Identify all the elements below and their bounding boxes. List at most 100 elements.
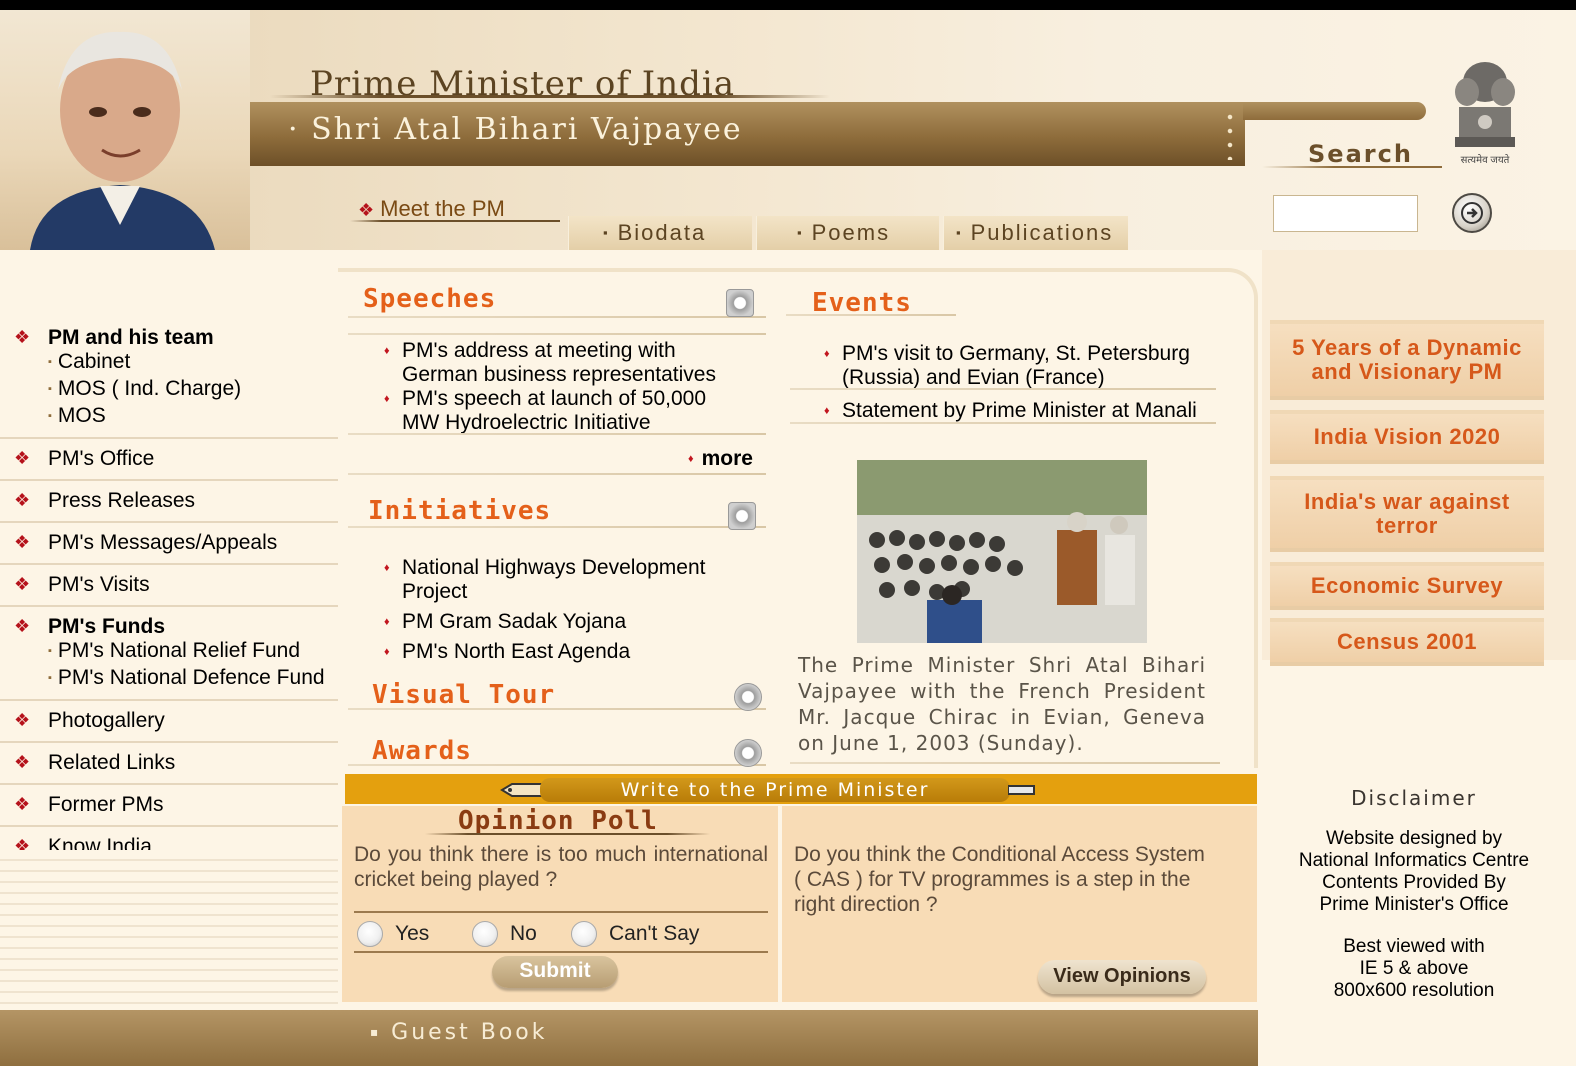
nav-item-funds[interactable]: ❖ PM's Funds [14,615,338,639]
subnav-poems[interactable]: ▪ Poems [756,216,939,250]
subnav-poems-label: Poems [811,220,891,245]
initiative-item-1[interactable]: ♦ National Highways Development [384,556,706,580]
write-to-pm-button[interactable]: Write to the Prime Minister [540,778,1010,802]
nav-group-office: ❖ PM's Office [0,439,338,481]
diamond-bullet-icon: ❖ [14,327,31,347]
nav-item-label: PM's Visits [48,573,150,596]
link-five-years-label: 5 Years of a Dynamic and Visionary PM [1292,335,1522,384]
initiative-item-2[interactable]: ♦ PM Gram Sadak Yojana [384,610,626,634]
subnav-biodata[interactable]: ▪ Biodata [568,216,752,250]
external-link-icon[interactable] [728,502,756,530]
meet-pm-link[interactable]: ❖ Meet the PM [358,196,505,222]
band-dots [1227,110,1233,160]
nav-sub-mos[interactable]: ▪ MOS [14,404,338,435]
poll-option-no[interactable]: No [472,921,537,947]
nav-item-label: Press Releases [48,489,196,512]
red-bullet-icon: ♦ [384,562,390,574]
link-war-terror[interactable]: India's war against terror [1270,476,1544,552]
national-emblem-icon: सत्यमेव जयते [1445,52,1525,170]
nav-item-pm-team[interactable]: ❖ PM and his team [14,326,338,350]
event-item-text: PM's visit to Germany, St. Petersburg [842,342,1190,365]
link-five-years[interactable]: 5 Years of a Dynamic and Visionary PM [1270,320,1544,400]
opinion-poll-title: Opinion Poll [458,806,658,836]
view-opinions-button[interactable]: View Opinions [1038,960,1206,994]
link-census[interactable]: Census 2001 [1270,618,1544,666]
nav-group-visits: ❖ PM's Visits [0,565,338,607]
nav-group-links: ❖ Related Links [0,743,338,785]
guest-book-link[interactable]: ▪ Guest Book [370,1020,548,1045]
nav-item-photogallery[interactable]: ❖ Photogallery [14,709,338,739]
radio-yes[interactable] [357,921,383,947]
link-economic-survey[interactable]: Economic Survey [1270,562,1544,610]
event-item-2[interactable]: ♦ Statement by Prime Minister at Manali [824,399,1197,423]
go-arrow-icon [1461,202,1483,224]
speeches-rule-2 [348,333,766,335]
link-vision-2020[interactable]: India Vision 2020 [1270,410,1544,464]
submit-button[interactable]: Submit [492,956,618,988]
nav-sub-label: PM's National Defence Fund [57,666,325,689]
link-war-terror-label: India's war against terror [1304,489,1510,538]
initiatives-title[interactable]: Initiatives [368,496,551,526]
event-item-text: Statement by Prime Minister at Manali [842,399,1197,422]
nav-sub-mos-ind[interactable]: ▪ MOS ( Ind. Charge) [14,377,338,404]
radio-cant-say[interactable] [571,921,597,947]
poll-option-yes[interactable]: Yes [357,921,429,947]
initiative-item-3[interactable]: ♦ PM's North East Agenda [384,640,630,664]
subnav-publications[interactable]: ▪ Publications [943,216,1128,250]
disclaimer-title[interactable]: Disclaimer [1270,786,1558,810]
search-go-button[interactable] [1452,193,1492,233]
nav-item-former-pms[interactable]: ❖ Former PMs [14,793,338,823]
nav-item-messages[interactable]: ❖ PM's Messages/Appeals [14,531,338,561]
awards-title[interactable]: Awards [372,736,472,766]
events-divider [790,388,1216,390]
visual-tour-title[interactable]: Visual Tour [372,680,555,710]
events-rule [786,314,956,316]
link-vision-label: India Vision 2020 [1313,424,1501,449]
speech-item-1[interactable]: ♦ PM's address at meeting with [384,339,676,363]
nav-sub-label: MOS ( Ind. Charge) [57,377,242,400]
subnav-publications-label: Publications [970,220,1114,245]
play-icon[interactable] [734,683,762,711]
speeches-title[interactable]: Speeches [363,284,496,314]
nav-sub-relief-fund[interactable]: ▪ PM's National Relief Fund [14,639,338,666]
disclaimer-line: 800x600 resolution [1333,980,1495,1001]
red-bullet-icon: ♦ [688,453,694,465]
diamond-bullet-icon: ❖ [14,448,31,468]
disclaimer-line: Prime Minister's Office [1319,894,1509,915]
nav-item-label: Related Links [48,751,176,774]
initiative-item-1b[interactable]: Project [402,580,467,604]
event-item-1b[interactable]: (Russia) and Evian (France) [842,366,1105,390]
nav-item-related-links[interactable]: ❖ Related Links [14,751,338,781]
poll-option-label: Can't Say [609,922,700,945]
speech-item-text: PM's speech at launch of 50,000 [402,387,707,410]
nav-item-label: PM's Office [48,447,155,470]
caption-rule [790,762,1220,764]
guest-book-bar [0,1010,1258,1066]
external-link-icon[interactable] [726,289,754,317]
nav-sub-cabinet[interactable]: ▪ Cabinet [14,350,338,377]
radio-no[interactable] [472,921,498,947]
diamond-bullet-icon: ❖ [14,616,31,636]
poll-option-cant-say[interactable]: Can't Say [571,921,699,947]
speech-item-2b[interactable]: MW Hydroelectric Initiative [402,411,651,435]
speech-item-2[interactable]: ♦ PM's speech at launch of 50,000 [384,387,707,411]
play-icon[interactable] [734,739,762,767]
meet-pm-label: Meet the PM [380,196,505,221]
red-bullet-icon: ♦ [384,393,390,405]
disclaimer-text: Website designed by National Informatics… [1270,828,1558,1002]
nav-sub-defence-fund[interactable]: ▪ PM's National Defence Fund [14,666,338,697]
awards-rule [348,764,766,766]
diamond-bullet-icon: ❖ [14,710,31,730]
poll-divider [354,911,768,913]
nav-item-visits[interactable]: ❖ PM's Visits [14,573,338,603]
more-link[interactable]: ♦ more [688,447,753,471]
nav-group-pm-team: ❖ PM and his team ▪ Cabinet ▪ MOS ( Ind. Ch… [0,318,338,439]
speech-item-1b[interactable]: German business representatives [402,363,716,387]
poll-title-rule [425,833,710,835]
event-photo[interactable] [857,460,1147,643]
nav-item-pm-office[interactable]: ❖ PM's Office [14,447,338,477]
nav-group-press: ❖ Press Releases [0,481,338,523]
event-item-1[interactable]: ♦ PM's visit to Germany, St. Petersburg [824,342,1190,366]
nav-item-press-releases[interactable]: ❖ Press Releases [14,489,338,519]
search-input[interactable] [1273,195,1418,232]
